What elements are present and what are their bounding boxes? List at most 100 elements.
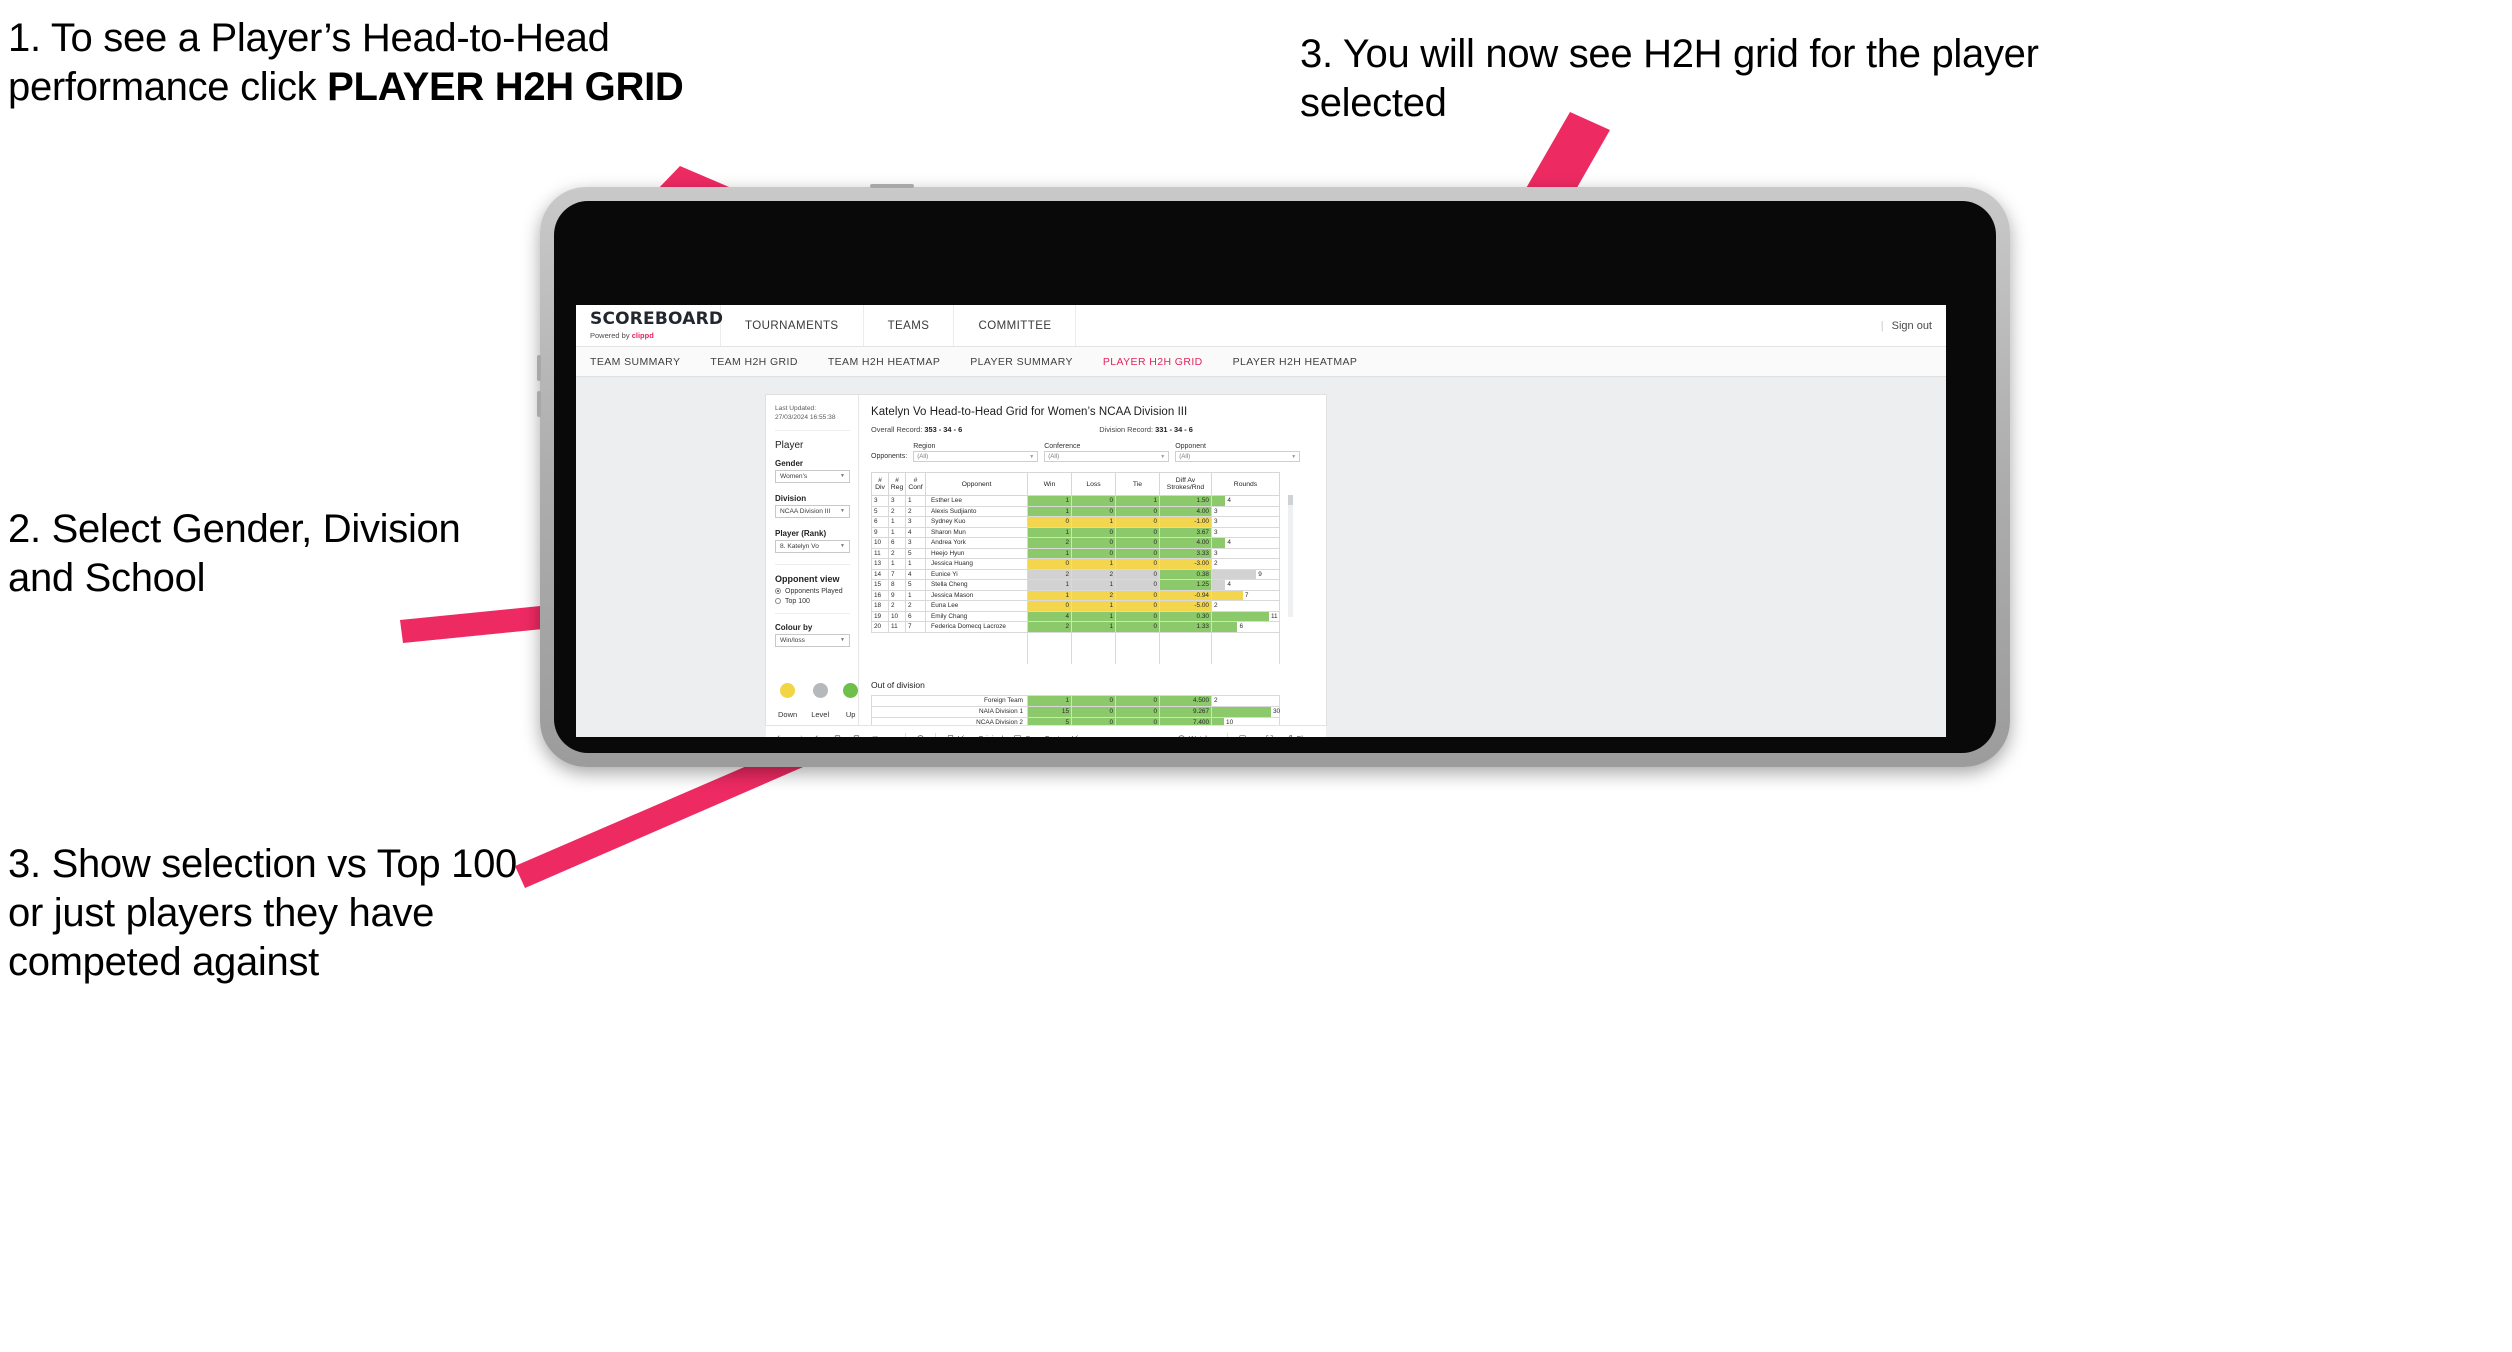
toolbar-divider-3 xyxy=(1227,732,1229,737)
fullscreen-icon[interactable] xyxy=(1265,734,1274,737)
table-row[interactable]: 10 6 3 Andrea York 2 0 0 4.00 4 xyxy=(871,537,1280,549)
volume-down-button[interactable] xyxy=(537,391,541,417)
nav-item-committee[interactable]: COMMITTEE xyxy=(954,305,1077,346)
cell-rounds: 6 xyxy=(1211,621,1280,633)
cell-tie: 0 xyxy=(1115,621,1160,633)
out-of-division-row[interactable]: Foreign Team 1 0 0 4.500 2 xyxy=(871,694,1280,707)
cell-reg: 2 xyxy=(888,600,906,612)
table-row[interactable]: 18 2 2 Euna Lee 0 1 0 -5.00 2 xyxy=(871,600,1280,612)
filter-conference-select[interactable]: (All) ▼ xyxy=(1044,451,1170,462)
filter-opponent-label: Opponent xyxy=(1175,443,1206,450)
table-blank-row xyxy=(871,632,1280,643)
clock-icon[interactable] xyxy=(916,734,925,737)
sidebar-divider-2 xyxy=(775,612,850,614)
cell-opponent: Sharon Mun xyxy=(925,526,1028,538)
legend-dot-level-icon xyxy=(812,682,828,698)
table-row[interactable]: 16 9 1 Jessica Mason 1 2 0 -0.94 7 xyxy=(871,589,1280,601)
opponent-view-heading: Opponent view xyxy=(775,573,840,584)
radio-top-100[interactable]: Top 100 xyxy=(775,598,850,605)
header-right: | Sign out xyxy=(1881,305,1946,346)
cell-conf: 1 xyxy=(905,558,926,570)
app-window: SCOREBOARD Powered by clippd TOURNAMENTS… xyxy=(576,305,1946,737)
h2h-table-wrapper: # Div # Reg # Conf Opponent Win Loss Tie… xyxy=(871,472,1293,664)
share-label: Share xyxy=(1296,734,1316,737)
redo-icon[interactable] xyxy=(795,734,804,737)
cell-tie: 0 xyxy=(1115,558,1160,570)
download-button[interactable]: ▼ xyxy=(1238,734,1255,737)
player-rank-select[interactable]: 8. Katelyn Vo ▼ xyxy=(775,539,850,553)
table-row[interactable]: 3 3 1 Esther Lee 1 0 1 1.50 4 xyxy=(871,495,1280,507)
out-of-division-row[interactable]: NAIA Division 1 15 0 0 9.267 30 xyxy=(871,705,1280,718)
cell-rounds: 3 xyxy=(1211,516,1280,528)
table-row[interactable]: 20 11 7 Federica Domecq Lacroze 2 1 0 1.33 6 xyxy=(871,621,1280,633)
toolbar-divider-1 xyxy=(904,732,906,737)
sign-out-link[interactable]: Sign out xyxy=(1892,320,1932,332)
radio-unselected-icon xyxy=(775,598,781,605)
cell-reg: 1 xyxy=(888,516,906,528)
tab-team-summary[interactable]: TEAM SUMMARY xyxy=(590,356,680,368)
refresh-icon[interactable] xyxy=(833,734,842,737)
toolbar-divider-2 xyxy=(934,732,936,737)
radio-opponents-played[interactable]: Opponents Played xyxy=(775,588,850,595)
filter-opponent-select[interactable]: (All) ▼ xyxy=(1175,451,1301,462)
swap-icon[interactable] xyxy=(871,734,880,737)
table-row[interactable]: 19 10 6 Emily Chang 4 1 0 0.30 11 xyxy=(871,610,1280,622)
table-row[interactable]: 6 1 3 Sydney Kuo 0 1 0 -1.00 3 xyxy=(871,516,1280,528)
cell-conf: 1 xyxy=(905,589,926,601)
cell-loss: 0 xyxy=(1071,495,1116,507)
table-row[interactable]: 9 1 4 Sharon Mun 1 0 0 3.67 3 xyxy=(871,526,1280,538)
cell-ood-win: 15 xyxy=(1027,705,1072,718)
col-conf: # Conf xyxy=(905,472,926,496)
gender-select[interactable]: Women's ▼ xyxy=(775,469,850,483)
share-button[interactable]: Share xyxy=(1284,734,1316,737)
cell-loss: 2 xyxy=(1071,568,1116,580)
cell-reg: 1 xyxy=(888,558,906,570)
cell-reg: 10 xyxy=(888,610,906,622)
cell-diff: 3.33 xyxy=(1159,547,1212,559)
filter-region-select[interactable]: (All) ▼ xyxy=(913,451,1039,462)
cell-ood-tie: 0 xyxy=(1115,705,1160,718)
power-button[interactable] xyxy=(870,184,914,188)
undo-icon[interactable] xyxy=(776,734,785,737)
tab-player-h2h-heatmap[interactable]: PLAYER H2H HEATMAP xyxy=(1233,356,1358,368)
tab-player-summary[interactable]: PLAYER SUMMARY xyxy=(970,356,1073,368)
division-select[interactable]: NCAA Division III ▼ xyxy=(775,504,850,518)
filter-region: Region (All) ▼ xyxy=(913,443,1039,462)
table-row[interactable]: 5 2 2 Alexis Sudjianto 1 0 0 4.00 3 xyxy=(871,505,1280,517)
filter-conference-value: (All) xyxy=(1048,453,1060,460)
tab-team-h2h-grid[interactable]: TEAM H2H GRID xyxy=(710,356,797,368)
cell-ood-tie: 0 xyxy=(1115,694,1160,707)
cell-reg: 9 xyxy=(888,589,906,601)
tab-player-h2h-grid[interactable]: PLAYER H2H GRID xyxy=(1103,356,1203,368)
cell-loss: 0 xyxy=(1071,505,1116,517)
pause-icon[interactable] xyxy=(852,734,861,737)
table-row[interactable]: 11 2 5 Heejo Hyun 1 0 0 3.33 3 xyxy=(871,547,1280,559)
cell-conf: 6 xyxy=(905,610,926,622)
tab-team-h2h-heatmap[interactable]: TEAM H2H HEATMAP xyxy=(828,356,940,368)
dropdown-caret-icon[interactable]: ▼ xyxy=(890,736,895,738)
colour-by-select[interactable]: Win/loss ▼ xyxy=(775,633,850,647)
cell-rounds: 2 xyxy=(1211,558,1280,570)
save-custom-view-label: Save Custom View xyxy=(1025,734,1087,737)
filter-sidebar: Last Updated: 27/03/2024 16:55:38 Player… xyxy=(766,395,859,725)
table-scrollbar[interactable] xyxy=(1288,495,1293,617)
cell-diff: -3.00 xyxy=(1159,558,1212,570)
annotation-4: 3. You will now see H2H grid for the pla… xyxy=(1300,32,2039,126)
save-custom-view-button[interactable]: Save Custom View xyxy=(1013,734,1088,737)
cell-div: 14 xyxy=(871,568,889,580)
watch-button[interactable]: Watch▼ xyxy=(1177,734,1217,738)
nav-item-tournaments[interactable]: TOURNAMENTS xyxy=(721,305,864,346)
chevron-down-icon: ▼ xyxy=(1212,736,1217,738)
nav-item-teams[interactable]: TEAMS xyxy=(864,305,955,346)
revert-icon[interactable] xyxy=(814,734,823,737)
table-row[interactable]: 15 8 5 Stella Cheng 1 1 0 1.25 4 xyxy=(871,579,1280,591)
cell-loss: 2 xyxy=(1071,589,1116,601)
table-row[interactable]: 13 1 1 Jessica Huang 0 1 0 -3.00 2 xyxy=(871,558,1280,570)
annotation-1: 1. To see a Player’s Head-to-Head perfor… xyxy=(8,14,748,112)
table-row[interactable]: 14 7 4 Eunice Yi 2 2 0 0.38 9 xyxy=(871,568,1280,580)
volume-up-button[interactable] xyxy=(537,355,541,381)
view-original-button[interactable]: View: Original xyxy=(946,734,1003,737)
legend-label-up: Up xyxy=(845,709,856,719)
chevron-down-icon: ▼ xyxy=(1029,453,1035,460)
table-scrollbar-thumb[interactable] xyxy=(1288,495,1293,505)
